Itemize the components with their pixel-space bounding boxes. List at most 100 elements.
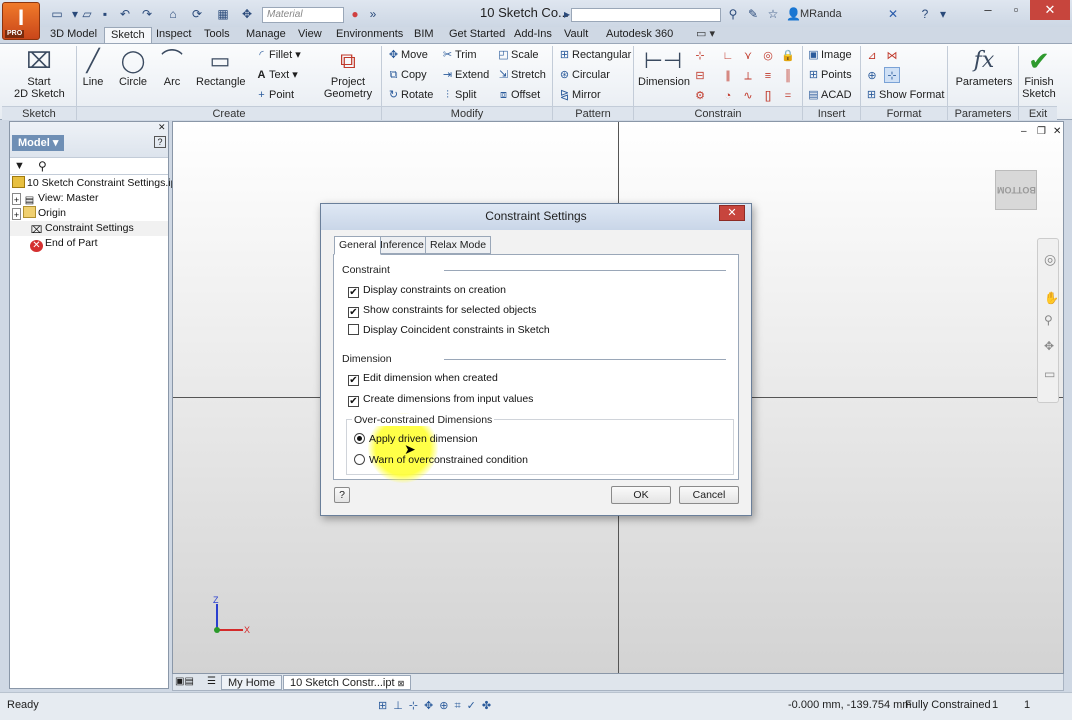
orbit-icon[interactable]: ✥	[1044, 339, 1054, 353]
start-2d-sketch-button[interactable]: ⌧ Start 2D Sketch	[14, 48, 65, 100]
measure-icon[interactable]: ✥	[240, 7, 254, 21]
tab-view[interactable]: View	[292, 27, 328, 43]
fillet-button[interactable]: ◜ Fillet ▾	[254, 47, 300, 63]
select-icon[interactable]: ▦	[216, 7, 230, 21]
symmetric-constraint-icon[interactable]: []	[760, 87, 776, 103]
warn-overconstrained-radio[interactable]: Warn of overconstrained condition	[354, 454, 528, 468]
collinear-constraint-icon[interactable]: ⋎	[740, 47, 756, 63]
center-point-icon[interactable]: ⊕	[864, 67, 880, 83]
viewport-minimize-button[interactable]: –	[1021, 126, 1027, 137]
move-button[interactable]: ✥ Move	[386, 47, 428, 63]
insert-image-button[interactable]: ▣ Image	[806, 47, 851, 63]
dialog-close-button[interactable]: ✕	[719, 205, 745, 221]
create-from-input-checkbox[interactable]: ✔ Create dimensions from input values	[348, 393, 533, 407]
home-icon[interactable]: ⌂	[166, 7, 180, 21]
close-browser-icon[interactable]: ✕	[158, 122, 166, 133]
show-constraints-icon[interactable]: ⊟	[692, 67, 708, 83]
perpendicular-constraint-icon[interactable]: ⟂	[740, 67, 756, 83]
help-icon[interactable]: ?	[918, 7, 932, 21]
steering-wheel-icon[interactable]: ◎	[1044, 251, 1056, 268]
checkbox-checked-icon[interactable]: ✔	[348, 307, 359, 318]
equal-constraint-icon[interactable]: =	[780, 87, 796, 103]
stretch-button[interactable]: ⇲ Stretch	[496, 67, 546, 83]
pan-icon[interactable]: ✋	[1044, 291, 1059, 305]
tangent-constraint-icon[interactable]: ◔	[720, 87, 736, 103]
undo-icon[interactable]: ↶	[118, 7, 132, 21]
material-select[interactable]: Material	[262, 7, 344, 23]
show-format-button[interactable]: ⊞ Show Format	[864, 87, 945, 103]
tab-inference[interactable]: Inference	[375, 236, 429, 254]
format-panel-label[interactable]: Format	[861, 106, 947, 120]
create-panel-label[interactable]: Create	[77, 106, 381, 120]
browser-help-icon[interactable]: ?	[154, 136, 166, 148]
fix-constraint-icon[interactable]: 🔒	[780, 47, 796, 63]
display-coincident-checkbox[interactable]: Display Coincident constraints in Sketch	[348, 324, 550, 338]
rotate-button[interactable]: ↻ Rotate	[386, 87, 434, 103]
sketch-tools-icons[interactable]: ⊞⊥⊹✥⊕⌗✓✤	[378, 699, 497, 713]
update-icon[interactable]: ⟳	[190, 7, 204, 21]
parameters-panel-label[interactable]: Parameters	[948, 106, 1018, 120]
show-for-selected-checkbox[interactable]: ✔ Show constraints for selected objects	[348, 304, 536, 318]
filter-icon[interactable]: ▼	[14, 160, 25, 172]
vertical-constraint-icon[interactable]: ║	[780, 67, 796, 83]
model-tab[interactable]: Model ▾	[12, 135, 65, 151]
dialog-help-button[interactable]: ?	[334, 487, 350, 503]
insert-acad-button[interactable]: ▤ ACAD	[806, 87, 851, 103]
circular-pattern-button[interactable]: ⊛ Circular	[557, 67, 610, 83]
new-icon[interactable]: ▭	[50, 7, 64, 21]
tab-document[interactable]: 10 Sketch Constr...ipt ⊠	[283, 675, 412, 690]
edit-when-created-checkbox[interactable]: ✔ Edit dimension when created	[348, 372, 498, 386]
maximize-button[interactable]: ▫	[1002, 0, 1030, 20]
appearance-icon[interactable]: ●	[348, 7, 362, 21]
viewport-restore-button[interactable]: ❐	[1037, 126, 1046, 137]
exchange-icon[interactable]: ✕	[886, 7, 900, 21]
checkbox-unchecked-icon[interactable]	[348, 324, 359, 335]
extend-button[interactable]: ⇥ Extend	[440, 67, 489, 83]
communication-icon[interactable]: ✎	[746, 7, 760, 21]
radio-selected-icon[interactable]	[354, 433, 365, 444]
tree-item-part[interactable]: 10 Sketch Constraint Settings.ipt	[12, 176, 179, 191]
tab-sketch[interactable]: Sketch	[104, 27, 152, 43]
cancel-button[interactable]: Cancel	[679, 486, 739, 504]
mirror-button[interactable]: ⧎ Mirror	[557, 87, 601, 103]
point-button[interactable]: + Point	[254, 87, 294, 103]
auto-dimension-icon[interactable]: ⊹	[692, 47, 708, 63]
open-icon[interactable]: ▱	[80, 7, 94, 21]
tab-tools[interactable]: Tools	[198, 27, 236, 43]
tile-icon[interactable]: ▣▤	[175, 676, 194, 687]
offset-button[interactable]: ⧈ Offset	[496, 87, 540, 103]
tab-environments[interactable]: Environments	[330, 27, 409, 43]
rectangular-pattern-button[interactable]: ⊞ Rectangular	[557, 47, 631, 63]
tab-manage[interactable]: Manage	[240, 27, 292, 43]
tree-item-view[interactable]: + ▤ View: Master	[12, 191, 99, 206]
finish-sketch-button[interactable]: ✔ Finish Sketch	[1020, 48, 1058, 100]
centerline-icon[interactable]: ⋈	[884, 47, 900, 63]
viewcube[interactable]: BOTTOM	[995, 170, 1037, 210]
close-tab-icon[interactable]: ⊠	[398, 679, 405, 688]
constrain-panel-label[interactable]: Constrain	[634, 106, 802, 120]
display-on-creation-checkbox[interactable]: ✔ Display constraints on creation	[348, 284, 506, 298]
copy-button[interactable]: ⧉ Copy	[386, 67, 427, 83]
tab-3d-model[interactable]: 3D Model	[44, 27, 103, 43]
save-icon[interactable]: ▪	[98, 7, 112, 21]
sketch-panel-label[interactable]: Sketch	[2, 106, 76, 120]
close-window-button[interactable]: ✕	[1030, 0, 1070, 20]
arc-button[interactable]: ⌒ Arc	[158, 48, 186, 88]
more-icon[interactable]: »	[366, 7, 380, 21]
rectangle-button[interactable]: ▭ Rectangle	[196, 48, 246, 88]
minimize-button[interactable]: –	[974, 0, 1002, 20]
constraint-settings-icon[interactable]: ⚙	[692, 87, 708, 103]
expand-icon[interactable]: +	[12, 193, 21, 205]
driven-dimension-icon[interactable]: ⊹	[884, 67, 900, 83]
view-face-icon[interactable]: ▭	[1044, 367, 1055, 381]
checkbox-checked-icon[interactable]: ✔	[348, 396, 359, 407]
binoculars-icon[interactable]: ⚲	[38, 159, 47, 173]
tree-item-constraint-settings[interactable]: ⌧ Constraint Settings	[10, 221, 168, 236]
parallel-constraint-icon[interactable]: ∥	[720, 67, 736, 83]
tab-relax-mode[interactable]: Relax Mode	[425, 236, 492, 254]
dimension-button[interactable]: ⊢⊣ Dimension	[638, 48, 690, 88]
horizontal-constraint-icon[interactable]: ≡	[760, 67, 776, 83]
scale-button[interactable]: ◰ Scale	[496, 47, 538, 63]
checkbox-checked-icon[interactable]: ✔	[348, 375, 359, 386]
tab-get-started[interactable]: Get Started	[443, 27, 511, 43]
